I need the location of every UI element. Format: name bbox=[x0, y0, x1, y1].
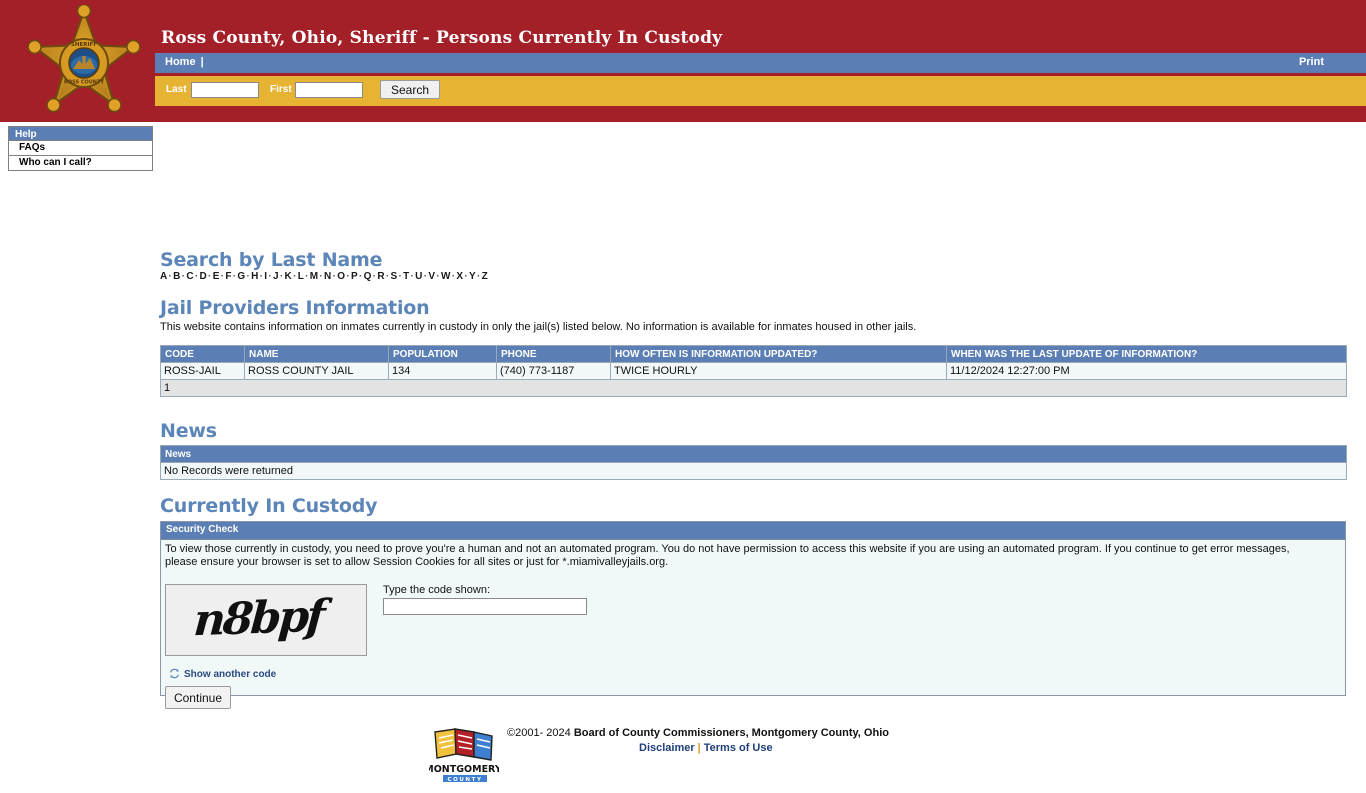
security-check-description-line2: please ensure your browser is set to all… bbox=[165, 556, 1339, 569]
disclaimer-link[interactable]: Disclaimer bbox=[639, 742, 695, 754]
first-name-input[interactable] bbox=[295, 82, 363, 98]
alphabet-link-y[interactable]: Y bbox=[469, 271, 476, 282]
captcha-code-text: n8bpf bbox=[192, 591, 324, 646]
refresh-icon bbox=[169, 668, 180, 682]
currently-in-custody-heading: Currently In Custody bbox=[160, 495, 377, 517]
show-another-code-label: Show another code bbox=[184, 669, 276, 680]
alphabet-link-z[interactable]: Z bbox=[482, 271, 488, 282]
sidebar-item-who-can-i-call[interactable]: Who can I call? bbox=[8, 156, 153, 171]
page-title: Ross County, Ohio, Sheriff - Persons Cur… bbox=[161, 28, 722, 48]
table-cell: 11/12/2024 12:27:00 PM bbox=[947, 363, 1347, 380]
alphabet-link-k[interactable]: K bbox=[285, 271, 293, 282]
header-right-column: Ross County, Ohio, Sheriff - Persons Cur… bbox=[155, 0, 1366, 122]
captcha-input-label: Type the code shown: bbox=[383, 584, 490, 596]
last-name-input[interactable] bbox=[191, 82, 259, 98]
copyright-owner: Board of County Commissioners, Montgomer… bbox=[574, 727, 889, 739]
column-header: NAME bbox=[245, 346, 389, 363]
news-empty-message: No Records were returned bbox=[161, 463, 1347, 480]
record-count: 1 bbox=[161, 380, 1347, 397]
search-by-last-name-heading: Search by Last Name bbox=[160, 249, 382, 271]
svg-text:ROSS COUNTY: ROSS COUNTY bbox=[64, 80, 104, 86]
svg-text:MONTGOMERY: MONTGOMERY bbox=[429, 764, 499, 775]
nav-home-link[interactable]: Home bbox=[165, 56, 196, 68]
sidebar-item-faqs[interactable]: FAQs bbox=[8, 141, 153, 156]
help-sidebar: Help FAQs Who can I call? bbox=[8, 126, 153, 171]
security-check-panel: Security Check To view those currently i… bbox=[160, 521, 1346, 696]
security-check-title: Security Check bbox=[161, 522, 1345, 540]
alphabet-link-j[interactable]: J bbox=[273, 271, 279, 282]
alphabet-link-t[interactable]: T bbox=[403, 271, 409, 282]
table-cell: TWICE HOURLY bbox=[611, 363, 947, 380]
continue-button[interactable]: Continue bbox=[165, 686, 231, 709]
copyright-line: ©2001- 2024 Board of County Commissioner… bbox=[507, 727, 889, 739]
captcha-image: n8bpf bbox=[165, 584, 367, 656]
table-header-row: CODENAMEPOPULATIONPHONEHOW OFTEN IS INFO… bbox=[161, 346, 1347, 363]
alphabet-link-p[interactable]: P bbox=[351, 271, 358, 282]
table-footer-row: 1 bbox=[161, 380, 1347, 397]
alphabet-link-a[interactable]: A bbox=[160, 271, 168, 282]
footer-inner: MONTGOMERY COUNTY ©2001- 2024 Board of C… bbox=[423, 720, 943, 790]
table-row: ROSS-JAILROSS COUNTY JAIL134(740) 773-11… bbox=[161, 363, 1347, 380]
svg-text:SHERIFF: SHERIFF bbox=[71, 42, 97, 48]
nav-separator: | bbox=[196, 56, 209, 68]
table-cell: ROSS COUNTY JAIL bbox=[245, 363, 389, 380]
table-row: No Records were returned bbox=[161, 463, 1347, 480]
table-header-row: News bbox=[161, 446, 1347, 463]
column-header: PHONE bbox=[497, 346, 611, 363]
news-table: News No Records were returned bbox=[160, 445, 1347, 480]
alphabet-link-c[interactable]: C bbox=[186, 271, 194, 282]
table-cell: ROSS-JAIL bbox=[161, 363, 245, 380]
alphabet-link-n[interactable]: N bbox=[324, 271, 332, 282]
montgomery-county-logo: MONTGOMERY COUNTY bbox=[429, 724, 499, 786]
jail-providers-table: CODENAMEPOPULATIONPHONEHOW OFTEN IS INFO… bbox=[160, 345, 1347, 397]
column-header: WHEN WAS THE LAST UPDATE OF INFORMATION? bbox=[947, 346, 1347, 363]
alphabet-link-b[interactable]: B bbox=[173, 271, 181, 282]
column-header: POPULATION bbox=[389, 346, 497, 363]
footer-link-separator: | bbox=[695, 742, 704, 754]
nav-left-group: Home| bbox=[165, 56, 209, 68]
jail-providers-note: This website contains information on inm… bbox=[160, 321, 916, 333]
table-cell: 134 bbox=[389, 363, 497, 380]
copyright-years: ©2001- 2024 bbox=[507, 727, 571, 739]
news-heading: News bbox=[160, 420, 217, 442]
security-check-description-line1: To view those currently in custody, you … bbox=[165, 543, 1339, 556]
alphabet-link-f[interactable]: F bbox=[225, 271, 231, 282]
alphabet-link-q[interactable]: Q bbox=[364, 271, 372, 282]
site-header: SHERIFF ROSS COUNTY Ross County, Ohio, S… bbox=[0, 0, 1366, 122]
alphabet-index[interactable]: A·B·C·D·E·F·G·H·I·J·K·L·M·N·O·P·Q·R·S·T·… bbox=[160, 271, 488, 282]
terms-of-use-link[interactable]: Terms of Use bbox=[704, 742, 773, 754]
news-column-header: News bbox=[161, 446, 1347, 463]
search-bar: Last First Search bbox=[155, 76, 1366, 106]
sheriff-star-badge-icon: SHERIFF ROSS COUNTY bbox=[22, 5, 146, 120]
top-navbar: Home| Print bbox=[155, 53, 1366, 73]
captcha-input[interactable] bbox=[383, 598, 587, 615]
alphabet-link-r[interactable]: R bbox=[377, 271, 385, 282]
footer-links: Disclaimer|Terms of Use bbox=[639, 742, 773, 754]
table-cell: (740) 773-1187 bbox=[497, 363, 611, 380]
nav-print-link[interactable]: Print bbox=[1299, 56, 1324, 68]
show-another-code-link[interactable]: Show another code bbox=[169, 668, 276, 682]
first-name-label: First bbox=[270, 84, 292, 95]
svg-text:COUNTY: COUNTY bbox=[447, 777, 482, 783]
column-header: HOW OFTEN IS INFORMATION UPDATED? bbox=[611, 346, 947, 363]
search-button[interactable]: Search bbox=[380, 80, 440, 99]
last-name-label: Last bbox=[166, 84, 187, 95]
security-check-body: To view those currently in custody, you … bbox=[161, 540, 1345, 569]
alphabet-link-h[interactable]: H bbox=[251, 271, 259, 282]
jail-providers-heading: Jail Providers Information bbox=[160, 297, 429, 319]
alphabet-link-e[interactable]: E bbox=[213, 271, 220, 282]
site-footer: MONTGOMERY COUNTY ©2001- 2024 Board of C… bbox=[0, 720, 1366, 793]
column-header: CODE bbox=[161, 346, 245, 363]
alphabet-link-d[interactable]: D bbox=[200, 271, 208, 282]
sidebar-heading: Help bbox=[8, 126, 153, 141]
alphabet-link-u[interactable]: U bbox=[415, 271, 423, 282]
alphabet-link-w[interactable]: W bbox=[441, 271, 451, 282]
